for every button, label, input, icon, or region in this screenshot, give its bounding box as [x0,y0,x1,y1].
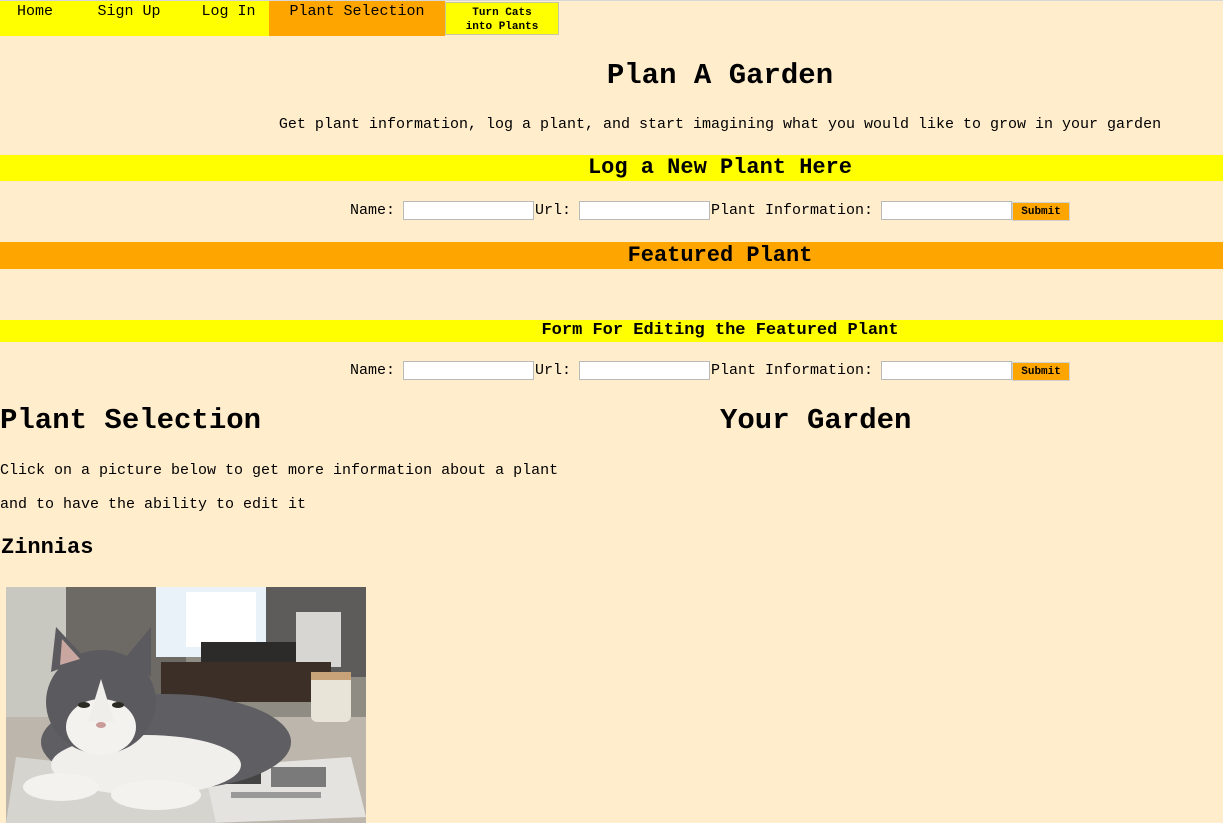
nav-log-in[interactable]: Log In [188,1,269,36]
log-info-label: Plant Information: [711,201,874,219]
nav-plant-selection-label: Plant Selection [289,3,425,20]
edit-name-input[interactable] [403,360,535,380]
turn-cats-into-plants-button[interactable]: Turn Cats into Plants [445,2,559,35]
nav-plant-selection[interactable]: Plant Selection [269,1,445,36]
nav-log-in-label: Log In [201,3,256,20]
plant-selection-description-line2: and to have the ability to edit it [0,496,307,513]
nav-bar: Home Sign Up Log In Plant Selection Turn… [0,1,560,36]
nav-home[interactable]: Home [0,1,70,36]
plant-selection-description-line1: Click on a picture below to get more inf… [0,462,559,479]
edit-name-label: Name: [350,361,396,379]
turn-cats-button-line2: into Plants [465,21,539,33]
plant-name: Zinnias [1,535,94,560]
nav-sign-up[interactable]: Sign Up [70,1,188,36]
edit-featured-form: Name: Url: Plant Information: Submit [350,359,1071,381]
edit-info-input[interactable] [881,360,1013,380]
plant-photo[interactable] [6,587,366,823]
log-submit-button[interactable]: Submit [1012,202,1071,221]
page-subtitle: Get plant information, log a plant, and … [278,116,1162,133]
edit-featured-heading: Form For Editing the Featured Plant [0,320,1223,342]
log-plant-form: Name: Url: Plant Information: Submit [350,199,1071,221]
turn-cats-button-line1: Turn Cats [472,7,532,19]
page-title: Plan A Garden [606,59,834,92]
log-url-label: Url: [535,201,572,219]
plant-selection-heading: Plant Selection [0,404,262,437]
log-info-input[interactable] [881,200,1013,220]
log-plant-heading: Log a New Plant Here [0,155,1223,181]
your-garden-heading: Your Garden [720,404,912,437]
cat-photo-illustration [6,587,366,823]
edit-url-label: Url: [535,361,572,379]
edit-submit-button[interactable]: Submit [1012,362,1071,381]
nav-sign-up-label: Sign Up [97,3,161,20]
edit-info-label: Plant Information: [711,361,874,379]
edit-url-input[interactable] [579,360,711,380]
log-name-input[interactable] [403,200,535,220]
page: Home Sign Up Log In Plant Selection Turn… [0,0,1223,823]
nav-home-label: Home [16,3,53,20]
log-url-input[interactable] [579,200,711,220]
featured-plant-heading: Featured Plant [0,242,1223,269]
log-name-label: Name: [350,201,396,219]
